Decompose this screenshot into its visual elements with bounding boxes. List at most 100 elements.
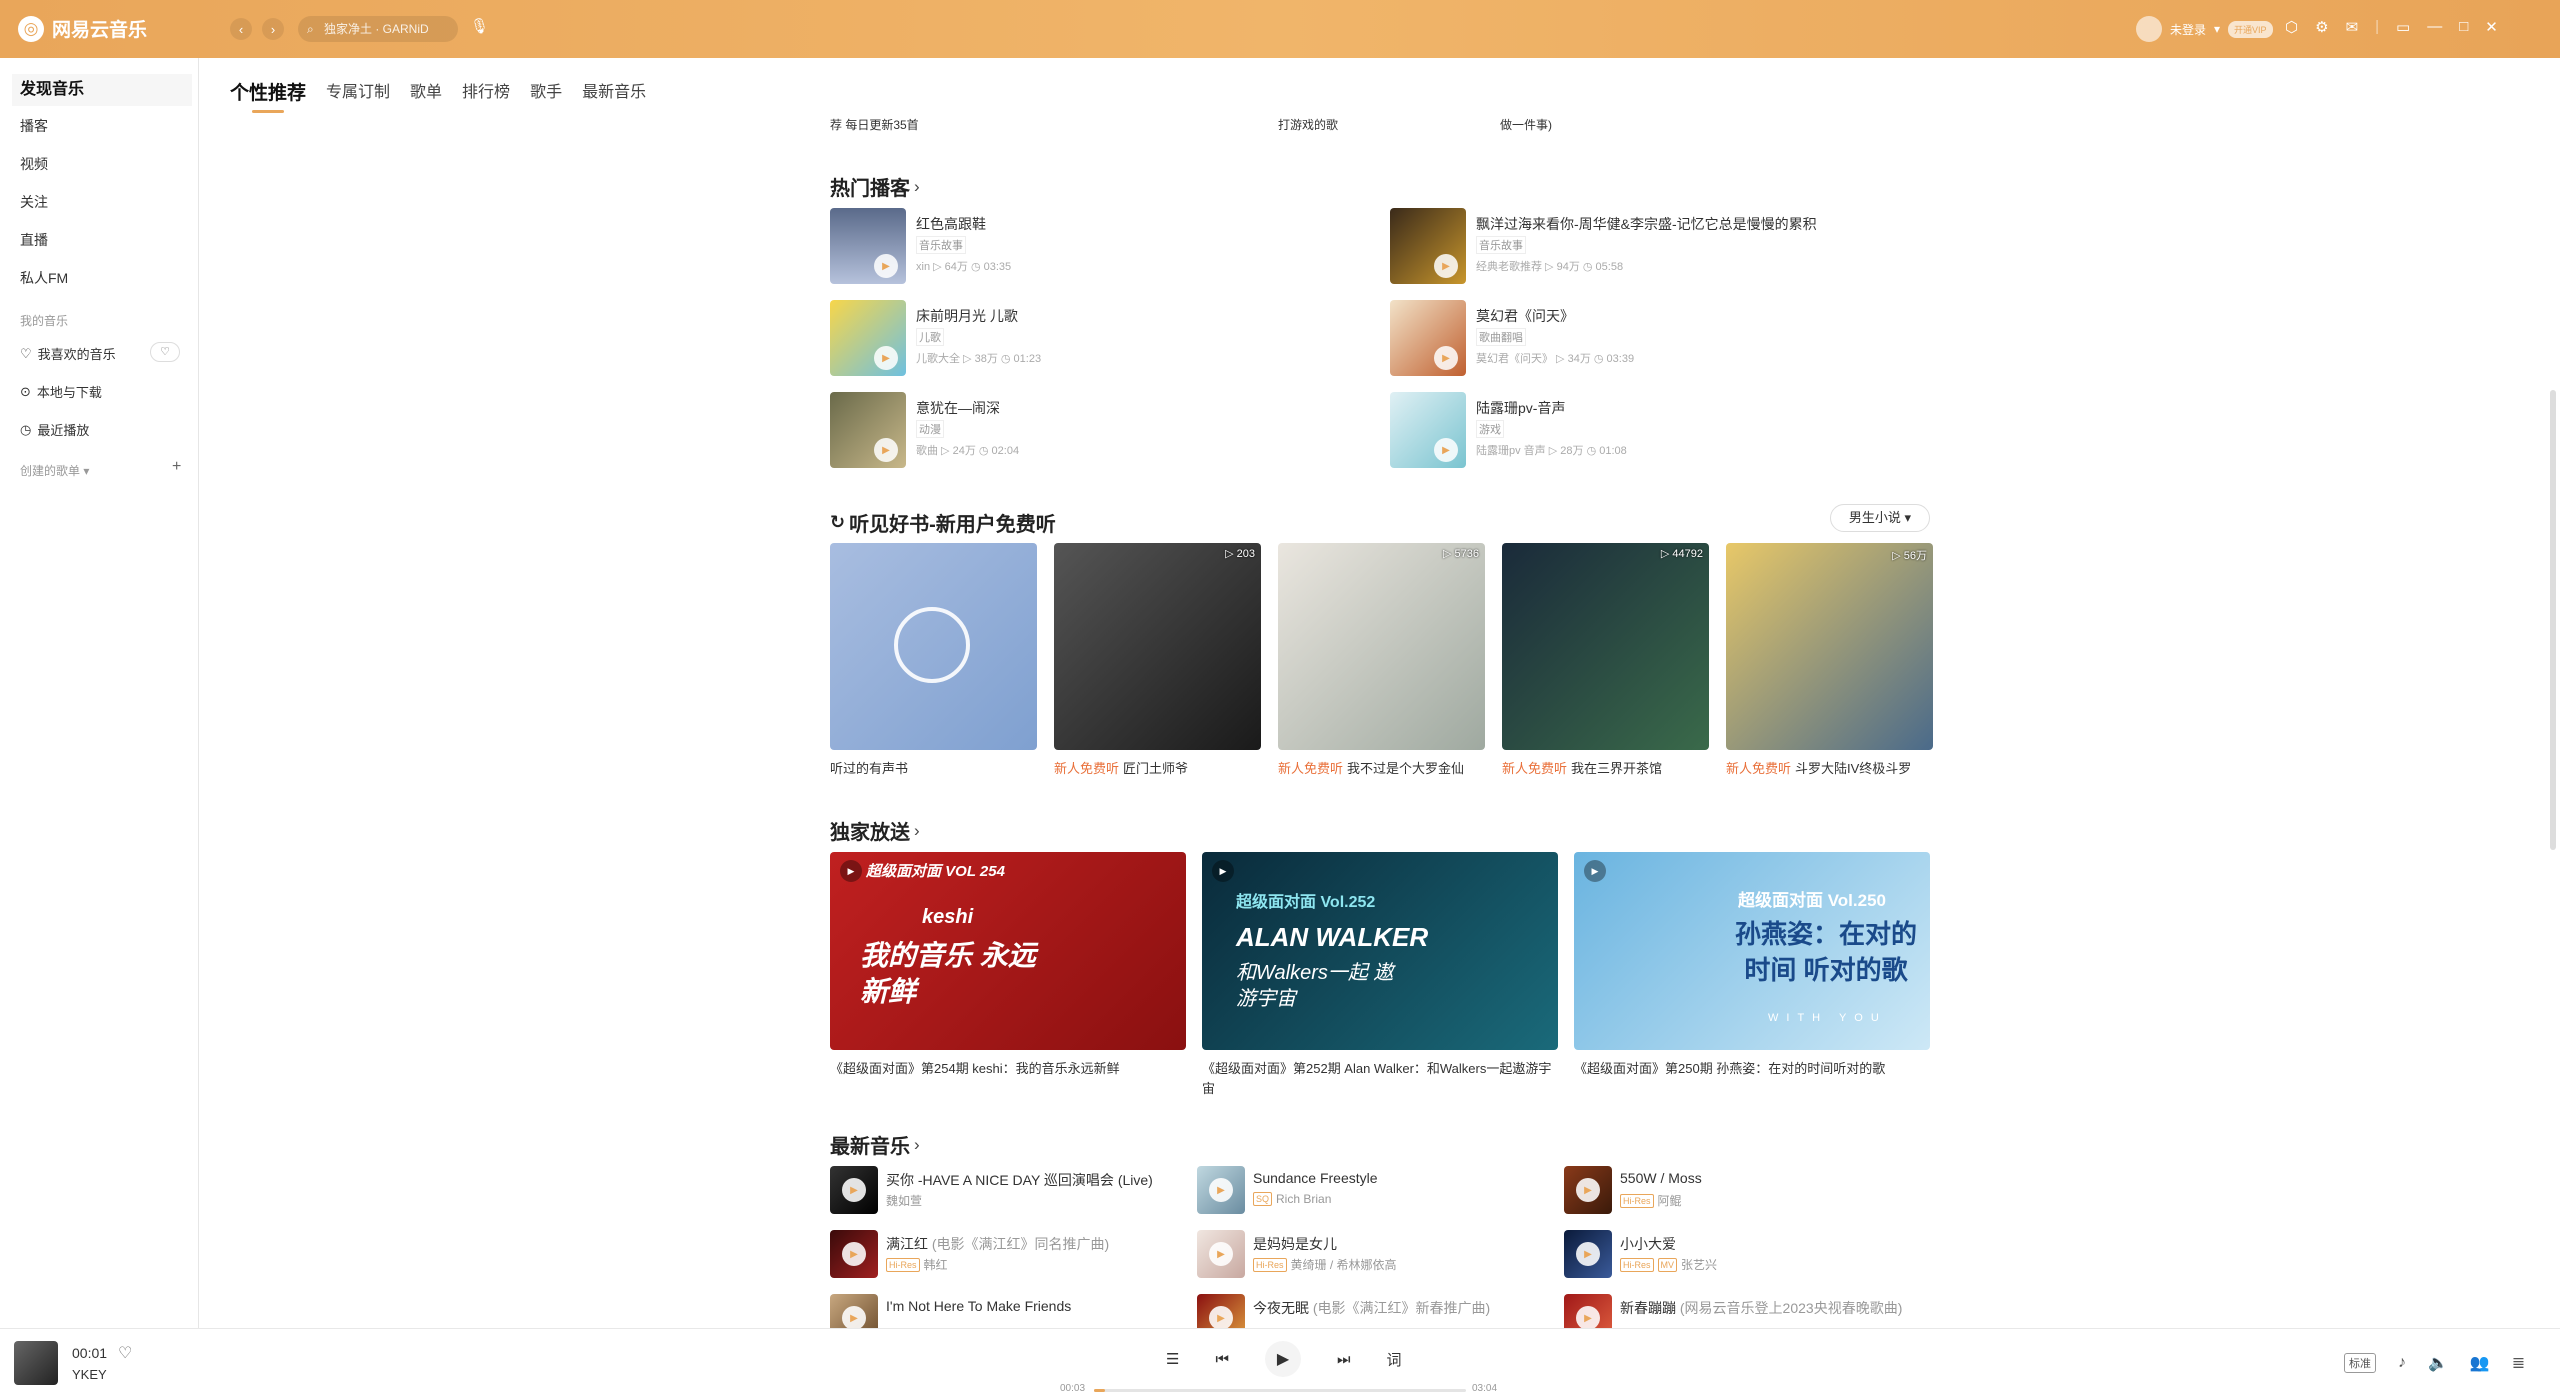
play-icon[interactable]: ▶ xyxy=(1434,254,1458,278)
song-title[interactable]: 满江红 (电影《满江红》同名推广曲) xyxy=(886,1234,1109,1254)
play-icon[interactable]: ▶ xyxy=(842,1242,866,1266)
app-logo[interactable]: ◎ 网易云音乐 xyxy=(18,15,147,42)
song-artist[interactable]: 张艺兴 xyxy=(1681,1256,1717,1273)
playlist-caption[interactable]: 荐 每日更新35首 xyxy=(830,116,919,133)
song-title[interactable]: Sundance Freestyle xyxy=(1253,1170,1378,1186)
created-playlists-label[interactable]: 创建的歌单 ▾ xyxy=(20,462,89,479)
playlist-caption[interactable]: 做一件事) xyxy=(1500,116,1552,133)
book-item[interactable]: ▷ 5736 新人免费听 我不过是个大罗金仙 xyxy=(1278,543,1485,777)
user-area[interactable]: 未登录 ▾ 开通VIP xyxy=(2136,16,2273,42)
book-title[interactable]: 斗罗大陆IV终极斗罗 xyxy=(1795,761,1911,776)
sidebar-item-discover[interactable]: 发现音乐 xyxy=(12,74,192,106)
play-icon[interactable]: ▶ xyxy=(874,254,898,278)
book-category-dropdown[interactable]: 男生小说 ▾ xyxy=(1830,504,1930,532)
play-pause-button[interactable]: ▶ xyxy=(1264,1341,1301,1377)
book-item[interactable]: 听过的有声书 xyxy=(830,543,1037,777)
sidebar-item-recent[interactable]: ◷ 最近播放 xyxy=(20,420,89,439)
song-item[interactable]: ▶ 满江红 (电影《满江红》同名推广曲) Hi-Res 韩红 xyxy=(830,1230,1190,1282)
scrollbar[interactable] xyxy=(2550,390,2556,850)
tab-playlists[interactable]: 歌单 xyxy=(410,78,442,105)
podcast-title[interactable]: 意犹在—闹深 xyxy=(916,398,1000,418)
play-icon[interactable]: ▶ xyxy=(1434,438,1458,462)
play-icon[interactable]: ▶ xyxy=(1434,346,1458,370)
play-icon[interactable]: ▶ xyxy=(1209,1242,1233,1266)
podcast-title[interactable]: 床前明月光 儿歌 xyxy=(916,306,1018,326)
song-artist[interactable]: 阿鲲 xyxy=(1658,1192,1682,1209)
previous-track-icon[interactable]: ⏮ xyxy=(1215,1351,1229,1368)
tab-recommend[interactable]: 个性推荐 xyxy=(230,78,306,113)
login-status[interactable]: 未登录 xyxy=(2170,21,2206,38)
skin-icon[interactable]: ⬡ xyxy=(2285,18,2298,36)
playlist-mode-icon[interactable]: ☰ xyxy=(1166,1350,1179,1368)
exclusive-title[interactable]: 独家放送 › xyxy=(830,816,920,845)
book-title[interactable]: 我不过是个大罗金仙 xyxy=(1347,761,1464,776)
book-item[interactable]: ▷ 56万 新人免费听 斗罗大陆IV终极斗罗 xyxy=(1726,543,1933,777)
song-artist[interactable]: 魏如萱 xyxy=(886,1192,922,1209)
play-icon[interactable]: ▶ xyxy=(1209,1178,1233,1202)
vip-badge[interactable]: 开通VIP xyxy=(2228,20,2273,38)
listen-together-icon[interactable]: 👥 xyxy=(2470,1353,2490,1373)
tab-new-music[interactable]: 最新音乐 xyxy=(582,78,646,105)
sidebar-item-follow[interactable]: 关注 xyxy=(12,186,192,218)
sidebar-item-live[interactable]: 直播 xyxy=(12,224,192,256)
song-title[interactable]: I'm Not Here To Make Friends xyxy=(886,1298,1071,1314)
close-icon[interactable]: ✕ xyxy=(2485,18,2498,36)
song-item[interactable]: ▶ 550W / Moss Hi-Res 阿鲲 xyxy=(1564,1166,1924,1218)
add-playlist-icon[interactable]: + xyxy=(172,458,181,476)
book-title[interactable]: 匠门土师爷 xyxy=(1123,761,1188,776)
play-icon[interactable]: ▶ xyxy=(842,1178,866,1202)
podcast-title[interactable]: 红色高跟鞋 xyxy=(916,214,986,234)
sidebar-item-video[interactable]: 视频 xyxy=(12,148,192,180)
mv-badge[interactable]: MV xyxy=(1657,1257,1678,1272)
exclusive-item[interactable]: ▶ 超级面对面 Vol.250 孙燕姿：在对的时间 听对的歌 WITH YOU … xyxy=(1574,852,1930,1079)
song-artist[interactable]: 韩红 xyxy=(924,1256,948,1273)
sidebar-item-liked[interactable]: ♡ 我喜欢的音乐 xyxy=(20,344,116,363)
song-artist[interactable]: 黄绮珊 / 希林娜依高 xyxy=(1291,1256,1397,1273)
podcast-title[interactable]: 陆露珊pv-音声 xyxy=(1476,398,1565,418)
mini-mode-icon[interactable]: ▭ xyxy=(2396,18,2410,36)
exclusive-caption[interactable]: 《超级面对面》第252期 Alan Walker：和Walkers一起遨游宇宙 xyxy=(1202,1059,1558,1099)
sidebar-item-fm[interactable]: 私人FM xyxy=(12,262,192,294)
playlist-icon[interactable]: ≣ xyxy=(2512,1353,2525,1373)
book-title[interactable]: 我在三界开茶馆 xyxy=(1571,761,1662,776)
volume-icon[interactable]: 🔈 xyxy=(2428,1353,2448,1373)
sidebar-item-local[interactable]: ⊙ 本地与下载 xyxy=(20,382,102,401)
exclusive-caption[interactable]: 《超级面对面》第254期 keshi：我的音乐永远新鲜 xyxy=(830,1059,1186,1079)
podcast-item[interactable]: ▶ 床前明月光 儿歌 儿歌 儿歌大全 ▷ 38万 ◷ 01:23 xyxy=(830,300,1330,378)
song-title[interactable]: 新春蹦蹦 (网易云音乐登上2023央视春晚歌曲) xyxy=(1620,1298,1902,1318)
books-title[interactable]: ↻ 听见好书-新用户免费听 xyxy=(830,508,1056,537)
song-item[interactable]: ▶ 小小大爱 Hi-Res MV 张艺兴 xyxy=(1564,1230,1924,1282)
song-title[interactable]: 550W / Moss xyxy=(1620,1170,1702,1186)
back-button[interactable]: ‹ xyxy=(230,18,252,40)
now-playing-title[interactable]: YKEY xyxy=(72,1367,107,1382)
tab-custom[interactable]: 专属订制 xyxy=(326,78,390,105)
video-play-icon[interactable]: ▶ xyxy=(840,860,862,882)
next-track-icon[interactable]: ⏭ xyxy=(1337,1351,1351,1368)
play-icon[interactable]: ▶ xyxy=(1576,1306,1600,1328)
book-title[interactable]: 听过的有声书 xyxy=(830,758,1037,777)
book-item[interactable]: ▷ 44792 新人免费听 我在三界开茶馆 xyxy=(1502,543,1709,777)
podcast-title[interactable]: 莫幻君《问天》 xyxy=(1476,306,1574,326)
song-title[interactable]: 买你 -HAVE A NICE DAY 巡回演唱会 (Live) xyxy=(886,1170,1153,1190)
like-heart-icon[interactable]: ♡ xyxy=(118,1343,132,1363)
tab-artists[interactable]: 歌手 xyxy=(530,78,562,105)
play-icon[interactable]: ▶ xyxy=(874,346,898,370)
play-icon[interactable]: ▶ xyxy=(842,1306,866,1328)
lyrics-icon[interactable]: 词 xyxy=(1386,1349,1401,1370)
song-title[interactable]: 小小大爱 xyxy=(1620,1234,1676,1254)
song-title[interactable]: 是妈妈是女儿 xyxy=(1253,1234,1337,1254)
video-play-icon[interactable]: ▶ xyxy=(1212,860,1234,882)
sound-effect-icon[interactable]: ♪ xyxy=(2398,1354,2406,1372)
song-item[interactable]: ▶ 买你 -HAVE A NICE DAY 巡回演唱会 (Live) 魏如萱 xyxy=(830,1166,1190,1218)
podcast-item[interactable]: ▶ 莫幻君《问天》 歌曲翻唱 莫幻君《问天》 ▷ 34万 ◷ 03:39 xyxy=(1390,300,1890,378)
song-item[interactable]: ▶ 今夜无眠 (电影《满江红》新春推广曲) xyxy=(1197,1294,1557,1328)
search-input[interactable]: ⌕ 独家净土 · GARNiD xyxy=(298,16,458,42)
podcast-item[interactable]: ▶ 意犹在—闹深 动漫 歌曲 ▷ 24万 ◷ 02:04 xyxy=(830,392,1330,470)
video-play-icon[interactable]: ▶ xyxy=(1584,860,1606,882)
hot-podcasts-title[interactable]: 热门播客 › xyxy=(830,172,920,201)
avatar[interactable] xyxy=(2136,16,2162,42)
play-icon[interactable]: ▶ xyxy=(874,438,898,462)
microphone-icon[interactable]: 🎙 xyxy=(470,17,489,35)
play-icon[interactable]: ▶ xyxy=(1209,1306,1233,1328)
sidebar-item-podcast[interactable]: 播客 xyxy=(12,110,192,142)
